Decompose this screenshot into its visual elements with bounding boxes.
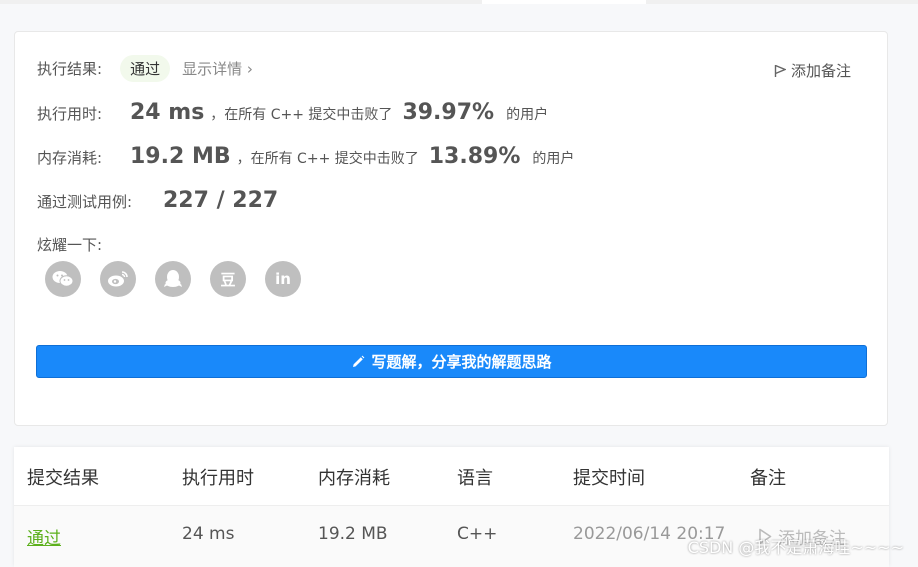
chevron-right-icon: ›: [246, 60, 253, 78]
douban-glyph: 豆: [220, 270, 236, 289]
top-tab-bar: [0, 0, 918, 4]
pencil-icon: [353, 355, 365, 367]
weibo-glyph: [108, 271, 128, 287]
runtime-label: 执行用时:: [37, 105, 103, 123]
show-details-label: 显示详情: [182, 60, 243, 78]
testcases-label: 通过测试用例:: [37, 193, 133, 211]
add-note-button[interactable]: 添加备注: [774, 60, 851, 81]
row-status-link[interactable]: 通过: [27, 524, 61, 549]
status-badge: 通过: [120, 55, 171, 82]
result-label: 执行结果:: [37, 60, 103, 78]
runtime-percent: 39.97%: [402, 100, 495, 125]
row-language: C++: [457, 524, 498, 544]
share-label-row: 炫耀一下:: [37, 234, 102, 255]
qq-glyph: [164, 270, 182, 287]
write-solution-button[interactable]: 写题解，分享我的解题思路: [36, 345, 867, 378]
share-label: 炫耀一下:: [37, 236, 103, 254]
header-result: 提交结果: [27, 468, 99, 489]
row-memory: 19.2 MB: [318, 524, 388, 544]
memory-percent: 13.89%: [428, 144, 521, 169]
flag-icon: [774, 64, 786, 77]
memory-label: 内存消耗:: [37, 149, 103, 167]
share-icons: 豆 in: [45, 261, 301, 297]
header-runtime: 执行用时: [182, 468, 254, 489]
header-note: 备注: [750, 468, 786, 489]
linkedin-glyph: in: [275, 270, 291, 288]
watermark: CSDN @我不是萧海哇~~~~: [687, 538, 904, 557]
memory-row: 内存消耗: 19.2 MB ，在所有 C++ 提交中击败了 13.89% 的用户: [37, 144, 574, 169]
linkedin-icon[interactable]: in: [265, 261, 301, 297]
write-solution-label: 写题解，分享我的解题思路: [371, 353, 552, 371]
row-runtime: 24 ms: [182, 524, 235, 544]
show-details-link[interactable]: 显示详情 ›: [182, 58, 253, 79]
testcases-value: 227 / 227: [163, 188, 279, 213]
memory-text: ，在所有 C++ 提交中击败了: [236, 151, 419, 167]
runtime-value: 24 ms: [130, 100, 205, 125]
testcases-row: 通过测试用例: 227 / 227: [37, 188, 278, 213]
header-language: 语言: [457, 468, 493, 489]
runtime-suffix: 的用户: [506, 107, 549, 123]
weibo-icon[interactable]: [100, 261, 136, 297]
qq-icon[interactable]: [155, 261, 191, 297]
header-submit-time: 提交时间: [573, 468, 645, 489]
active-tab-indicator: [482, 0, 646, 4]
add-note-label: 添加备注: [790, 62, 851, 80]
wechat-icon[interactable]: [45, 261, 81, 297]
memory-suffix: 的用户: [532, 151, 575, 167]
runtime-row: 执行用时: 24 ms ，在所有 C++ 提交中击败了 39.97% 的用户: [37, 100, 548, 125]
wechat-glyph: [52, 271, 74, 287]
result-row: 执行结果: 通过 显示详情 ›: [37, 55, 253, 82]
memory-value: 19.2 MB: [130, 144, 231, 169]
runtime-text: ，在所有 C++ 提交中击败了: [210, 107, 393, 123]
header-memory: 内存消耗: [318, 468, 390, 489]
submission-result-card: 执行结果: 通过 显示详情 › 添加备注 执行用时: 24 ms ，在所有 C+…: [14, 31, 888, 426]
douban-icon[interactable]: 豆: [210, 261, 246, 297]
